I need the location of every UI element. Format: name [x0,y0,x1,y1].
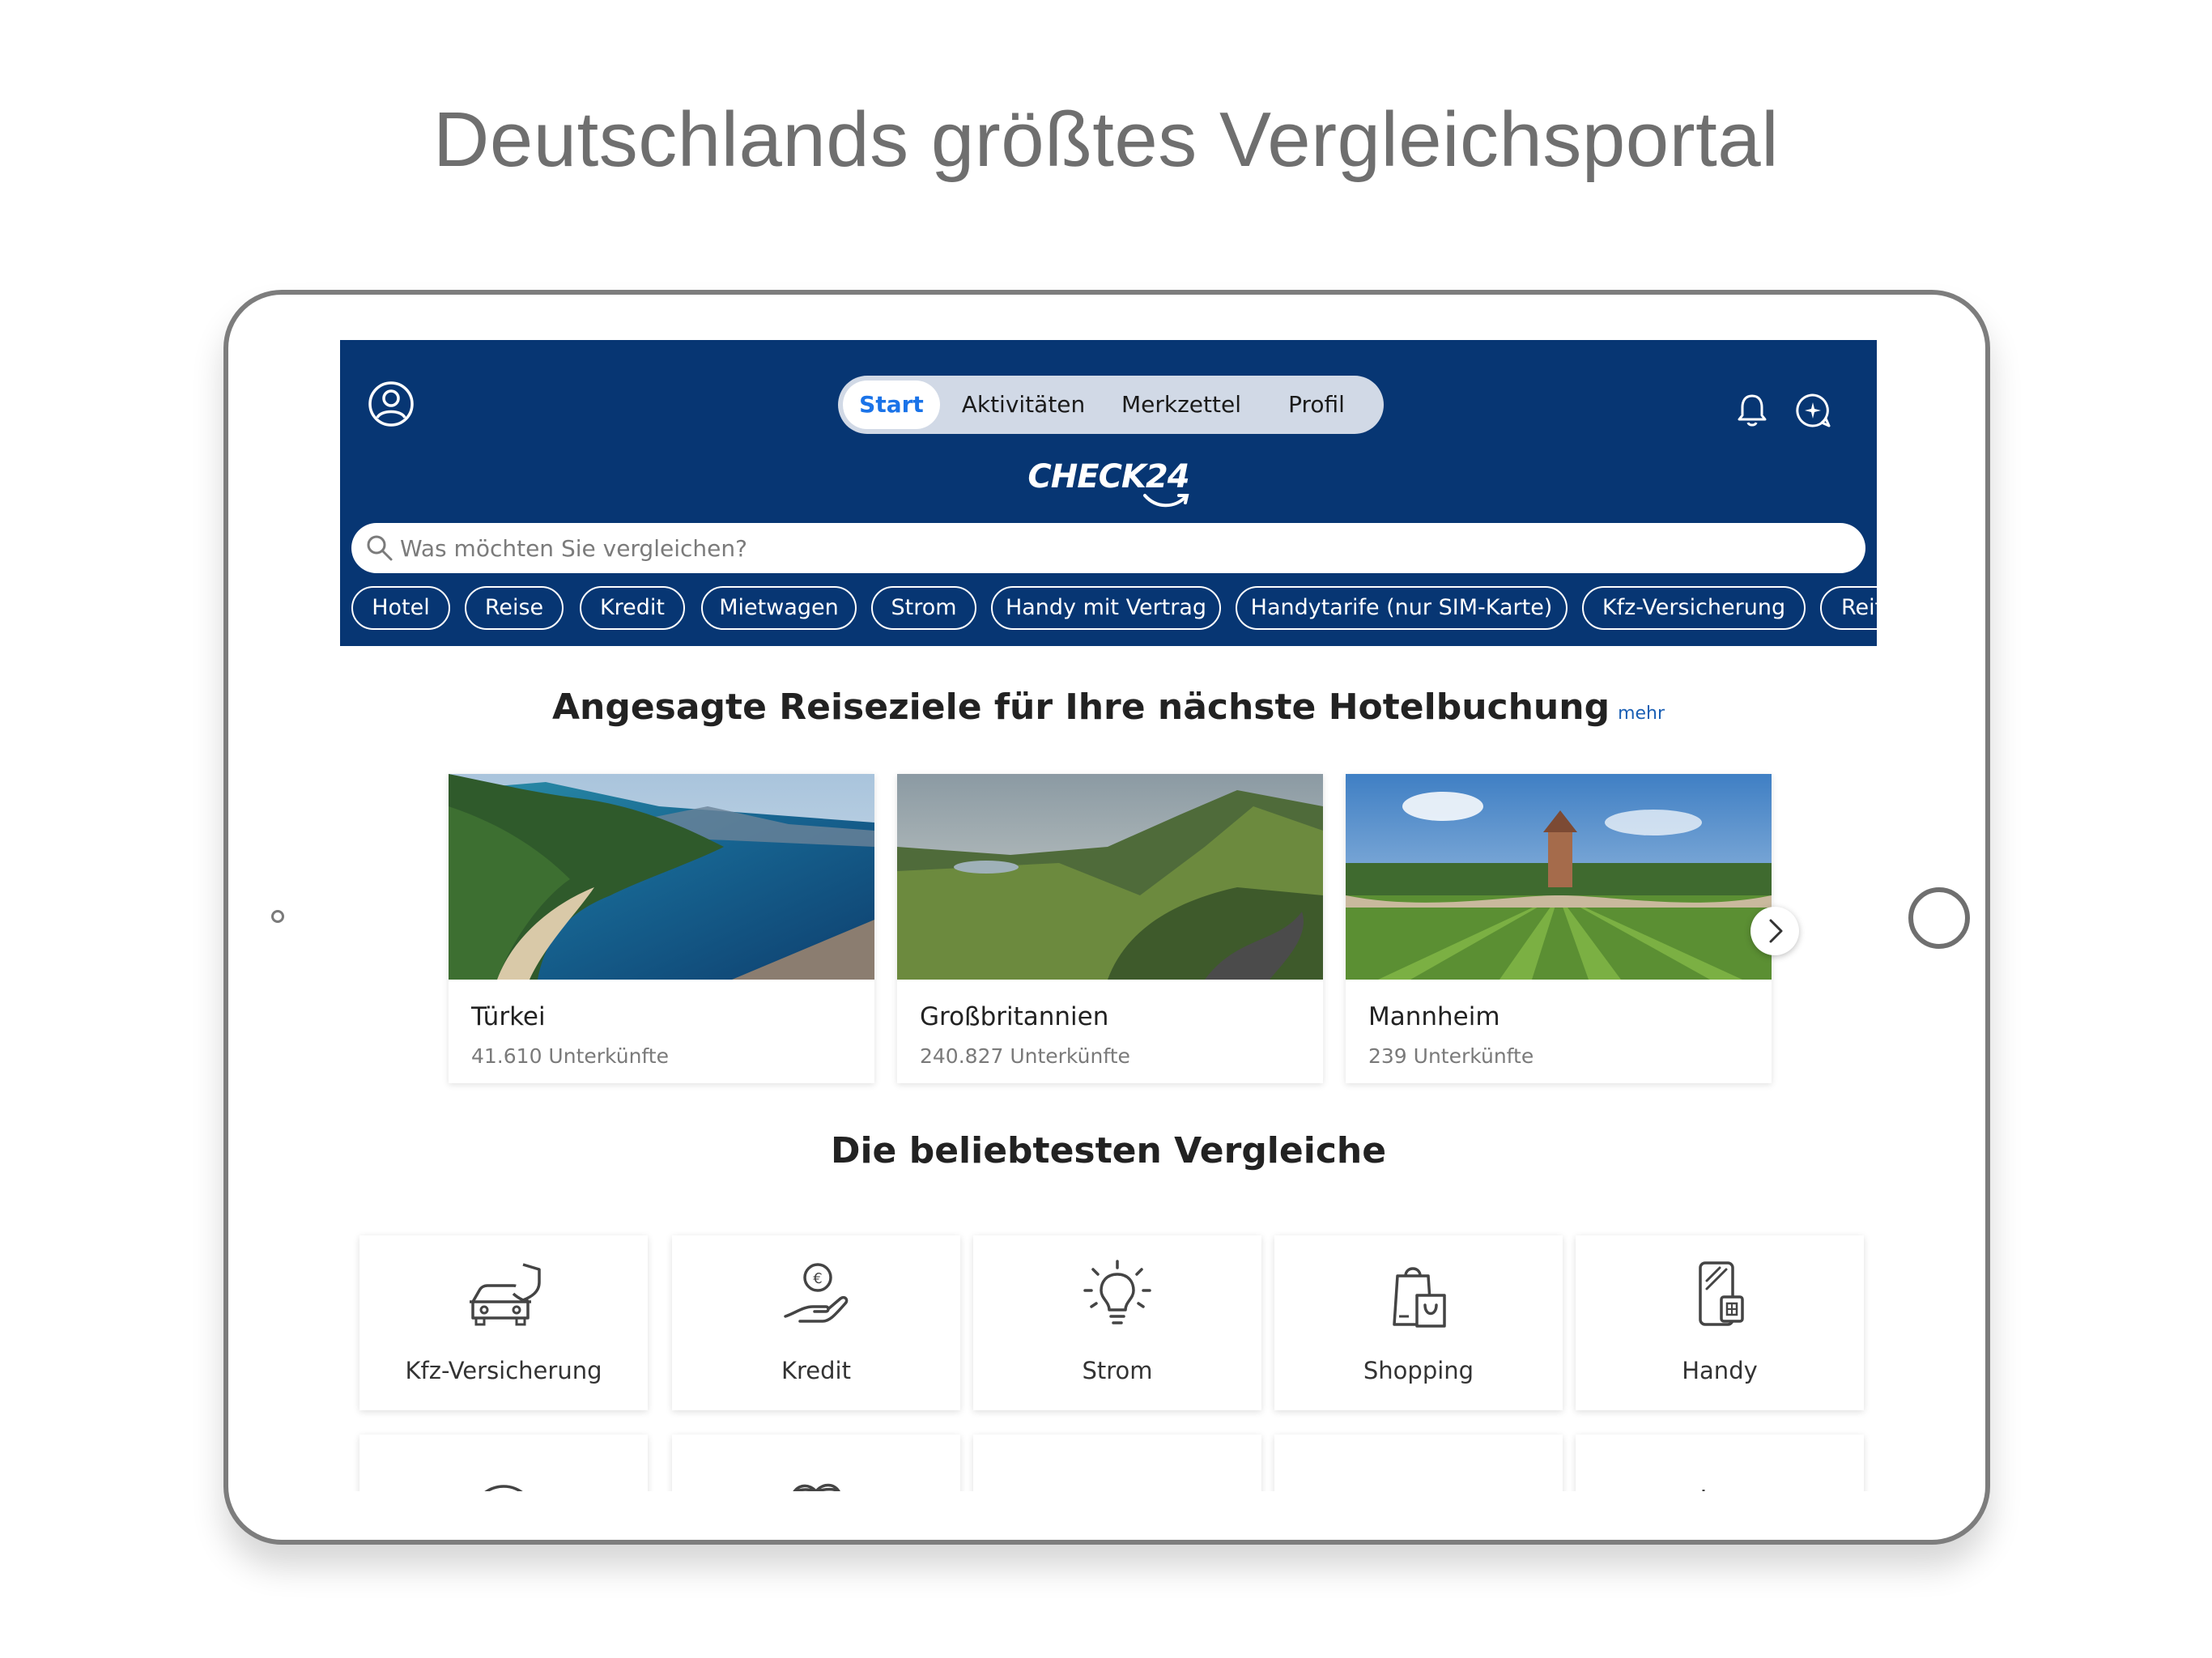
destination-count: 239 Unterkünfte [1368,1044,1534,1068]
main-nav-tabs: Start Aktivitäten Merkzettel Profil [838,376,1384,434]
tile-label: Strom [1082,1357,1153,1384]
destination-count: 240.827 Unterkünfte [920,1044,1130,1068]
destination-photo-coast [449,774,874,980]
hotel-section-more-link[interactable]: mehr [1618,704,1665,724]
promo-headline: Deutschlands größtes Vergleichsportal [432,96,1780,183]
assistant-chat-icon[interactable] [1794,392,1831,429]
tab-merkzettel[interactable]: Merkzettel [1107,380,1256,429]
logo-swoosh-icon [1143,494,1189,508]
comparisons-section-title: Die beliebtesten Vergleiche [830,1130,1387,1171]
tile-wohnen[interactable] [973,1435,1261,1491]
notification-bell-icon[interactable] [1736,392,1768,427]
tile-internet[interactable] [359,1435,648,1491]
tile-kfz-versicherung[interactable]: Kfz-Versicherung [359,1235,648,1410]
chip-hotel[interactable]: Hotel [351,586,450,630]
destination-card-grossbritannien[interactable]: Großbritannien 240.827 Unterkünfte [897,774,1323,1083]
tablet-camera [271,910,284,923]
destination-name: Mannheim [1368,1002,1500,1031]
tile-label: Shopping [1363,1357,1474,1384]
tab-start[interactable]: Start [843,380,940,429]
destination-photo-highlands [897,774,1323,980]
app-header: Start Aktivitäten Merkzettel Profil CHEC… [340,340,1877,646]
hand-euro-icon: € [784,1263,849,1323]
carousel-next-button[interactable] [1750,907,1799,955]
chip-handytarife[interactable]: Handytarife (nur SIM-Karte) [1236,586,1568,630]
tile-kredit[interactable]: € Kredit [672,1235,960,1410]
sofa-icon [1077,1459,1158,1491]
car-shield-icon [470,1263,541,1326]
tile-solar[interactable] [1576,1435,1864,1491]
destination-photo-water-tower [1346,774,1772,980]
chip-handy-mit-vertrag[interactable]: Handy mit Vertrag [991,586,1221,630]
destination-card-tuerkei[interactable]: Türkei 41.610 Unterkünfte [449,774,874,1083]
user-profile-icon[interactable] [368,380,415,427]
chevron-right-icon [1769,919,1783,943]
check24-logo: CHECK24 [1027,458,1189,495]
hotel-section-title-text: Angesagte Reiseziele für Ihre nächste Ho… [551,687,1610,728]
destination-name: Großbritannien [920,1002,1109,1031]
chip-strom[interactable]: Strom [871,586,976,630]
chip-kredit[interactable]: Kredit [580,586,685,630]
hotel-section-title: Angesagte Reiseziele für Ihre nächste Ho… [340,687,1877,728]
chip-reifen[interactable]: Reifen [1820,586,1877,630]
tablet-home-button [1908,887,1970,949]
lightbulb-icon [1083,1260,1151,1324]
category-chips: Hotel Reise Kredit Mietwagen Strom Handy… [351,586,1877,631]
search-icon [367,535,393,561]
destination-card-mannheim[interactable]: Mannheim 239 Unterkünfte [1346,774,1772,1083]
tab-aktivitaeten[interactable]: Aktivitäten [948,380,1099,429]
app-screen: Start Aktivitäten Merkzettel Profil CHEC… [340,340,1877,1491]
car-icon [1378,1459,1459,1491]
tile-mietwagen[interactable] [1274,1435,1563,1491]
tile-reise[interactable] [672,1435,960,1491]
palm-tree-icon [793,1483,840,1491]
destination-name: Türkei [471,1002,546,1031]
tile-label: Kfz-Versicherung [405,1357,602,1384]
tab-profil[interactable]: Profil [1264,380,1369,429]
search-bar[interactable] [351,523,1865,573]
chip-kfz-versicherung[interactable]: Kfz-Versicherung [1582,586,1806,630]
phone-sim-icon [1699,1261,1744,1326]
chip-reise[interactable]: Reise [465,586,564,630]
search-input[interactable] [400,523,1841,573]
destination-count: 41.610 Unterkünfte [471,1044,669,1068]
shopping-bags-icon [1393,1267,1446,1328]
tile-handy[interactable]: Handy [1576,1235,1864,1410]
house-sun-icon [1702,1490,1705,1491]
tile-strom[interactable]: Strom [973,1235,1261,1410]
tile-label: Kredit [781,1357,851,1384]
svg-text:€: € [813,1270,822,1287]
tile-label: Handy [1682,1357,1758,1384]
chip-mietwagen[interactable]: Mietwagen [701,586,857,630]
tile-shopping[interactable]: Shopping [1274,1235,1563,1410]
wifi-icon [484,1485,523,1491]
